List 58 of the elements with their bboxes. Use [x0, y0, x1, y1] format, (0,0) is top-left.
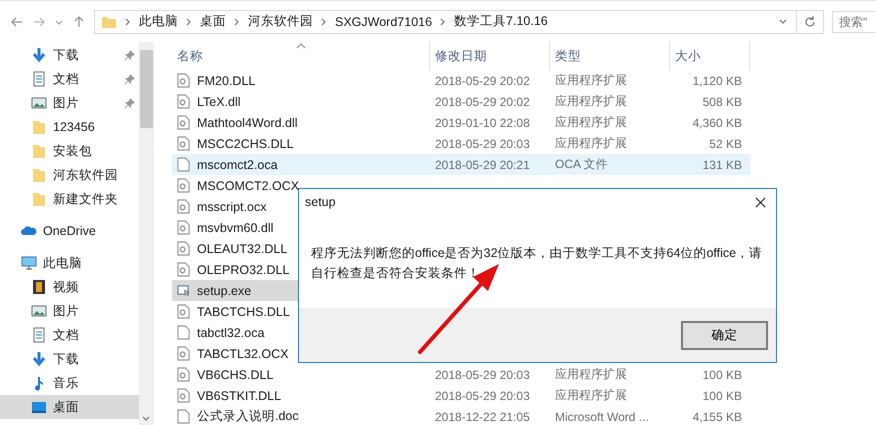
file-size: 100 KB [702, 368, 742, 382]
file-size: 508 KB [702, 94, 742, 108]
file-size: 4,360 KB [692, 116, 742, 130]
nav-label: OneDrive [43, 224, 96, 238]
file-size: 100 KB [702, 388, 742, 402]
modified-date: 2018-05-29 20:03 [434, 136, 531, 150]
nav-label: 123456 [53, 120, 95, 134]
nav-label: 视频 [53, 278, 79, 296]
file-name: FM20.DLL [197, 74, 256, 88]
file-size: 52 KB [708, 136, 742, 150]
nav-label: 文档 [53, 70, 79, 88]
file-name: MSCC2CHS.DLL [197, 136, 294, 150]
file-name: VB6CHS.DLL [197, 368, 274, 382]
file-type: 应用程序扩展 [554, 387, 628, 404]
dialog-message: 程序无法判断您的office是否为32位版本，由于数学工具不支持64位的office，请自行检查是否符合安装条件！ [311, 245, 764, 282]
file-type: 应用程序扩展 [554, 72, 628, 89]
nav-label: 图片 [53, 94, 79, 112]
modified-date: 2018-12-22 21:05 [434, 410, 531, 424]
nav-label: 安装包 [53, 142, 92, 160]
modified-date: 2018-05-29 20:21 [434, 158, 531, 172]
file-name: tabctl32.oca [197, 326, 264, 340]
file-name: msscript.ocx [197, 200, 266, 214]
file-type: 应用程序扩展 [554, 366, 628, 383]
file-name: TABCTCHS.DLL [197, 304, 290, 318]
file-size: 4,155 KB [692, 410, 742, 424]
nav-label: 此电脑 [43, 254, 82, 272]
file-size: 1,120 KB [692, 74, 742, 88]
file-type: OCA 文件 [554, 156, 609, 173]
nav-label: 下载 [53, 46, 79, 64]
modified-date: 2018-05-29 20:03 [434, 368, 531, 382]
nav-label: 文档 [53, 326, 79, 344]
file-name: OLEPRO32.DLL [197, 262, 290, 276]
nav-label: 桌面 [53, 398, 79, 416]
file-name: setup.exe [197, 284, 252, 298]
modified-date: 2019-01-10 22:08 [434, 116, 531, 130]
file-name: msvbvm60.dll [197, 220, 274, 234]
nav-label: 图片 [53, 302, 79, 320]
file-name: Mathtool4Word.dll [197, 116, 298, 130]
nav-label: 下载 [53, 350, 79, 368]
file-name: MSCOMCT2.OCX [197, 178, 300, 192]
file-name: mscomct2.oca [197, 158, 278, 172]
file-name: LTeX.dll [197, 94, 241, 108]
file-size: 131 KB [702, 158, 742, 172]
dialog-title: setup [305, 195, 336, 209]
modified-date: 2018-05-29 20:02 [434, 94, 531, 108]
file-name: OLEAUT32.DLL [197, 242, 288, 256]
file-type: 应用程序扩展 [554, 114, 628, 131]
file-type: Microsoft Word ... [554, 410, 650, 424]
nav-label: 新建文件夹 [53, 190, 118, 208]
file-type: 应用程序扩展 [554, 93, 628, 110]
modified-date: 2018-05-29 20:03 [434, 388, 531, 402]
file-type: 应用程序扩展 [554, 135, 628, 152]
file-name: 公式录入说明.doc [197, 408, 299, 425]
modified-date: 2018-05-29 20:02 [434, 74, 531, 88]
nav-label: 音乐 [53, 374, 79, 392]
file-name: TABCTL32.OCX [197, 346, 288, 360]
nav-label: 河东软件园 [53, 166, 118, 184]
file-name: VB6STKIT.DLL [197, 388, 282, 402]
